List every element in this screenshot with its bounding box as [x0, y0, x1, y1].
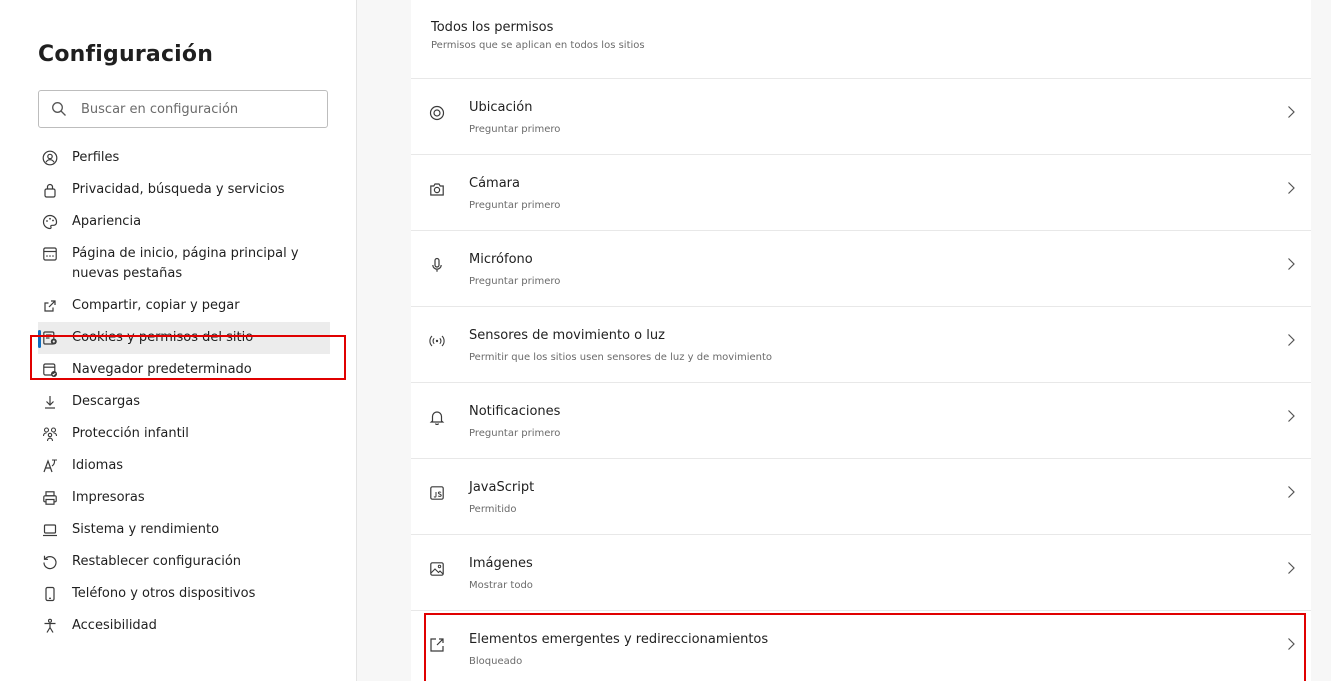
chevron-right-icon: [1288, 410, 1295, 422]
sidebar-item-label: Idiomas: [72, 458, 124, 473]
sidebar-item-pagina-inicio[interactable]: Página de inicio, página principal y nue…: [38, 238, 330, 290]
permission-title: Sensores de movimiento o luz: [469, 328, 665, 343]
sidebar-item-label: Sistema y rendimiento: [72, 522, 220, 537]
permission-status: Preguntar primero: [469, 276, 561, 287]
chevron-right-icon: [1288, 182, 1295, 194]
sidebar-item-label: Página de inicio, página principal y nue…: [72, 246, 299, 281]
permission-status: Permitido: [469, 504, 517, 515]
sidebar-item-label: Perfiles: [72, 150, 120, 165]
sidebar-item-label: Apariencia: [72, 214, 142, 229]
page-title: Configuración: [38, 42, 214, 67]
settings-sidebar: Configuración Perfiles: [0, 0, 357, 681]
settings-window: Configuración Perfiles: [0, 0, 1331, 681]
chevron-right-icon: [1288, 334, 1295, 346]
sidebar-item-label: Privacidad, búsqueda y servicios: [72, 182, 285, 197]
microphone-icon: [432, 257, 442, 272]
section-title: Todos los permisos: [431, 20, 554, 35]
permission-status: Bloqueado: [469, 656, 523, 667]
location-icon: [429, 105, 445, 121]
sidebar-item-cookies[interactable]: Cookies y permisos del sitio: [38, 322, 330, 354]
sidebar-item-telefono[interactable]: Teléfono y otros dispositivos: [38, 578, 330, 610]
sidebar-item-sistema[interactable]: Sistema y rendimiento: [38, 514, 330, 546]
permission-row-notificaciones[interactable]: Notificaciones Preguntar primero: [411, 382, 1311, 458]
chevron-right-icon: [1288, 562, 1295, 574]
popup-icon: [430, 638, 444, 652]
search-icon: [52, 102, 66, 116]
home-tabs-icon: [43, 247, 57, 261]
download-icon: [45, 396, 55, 409]
permission-title: JavaScript: [469, 480, 535, 495]
sensor-icon: [429, 335, 445, 347]
sidebar-item-label: Teléfono y otros dispositivos: [72, 586, 256, 601]
permission-status: Preguntar primero: [469, 200, 561, 211]
permission-status: Preguntar primero: [469, 124, 561, 135]
permission-row-emergentes[interactable]: Elementos emergentes y redireccionamient…: [411, 610, 1311, 681]
chevron-right-icon: [1288, 638, 1295, 650]
chevron-right-icon: [1288, 486, 1295, 498]
sidebar-item-label: Restablecer configuración: [72, 554, 242, 569]
permission-row-ubicacion[interactable]: Ubicación Preguntar primero: [411, 78, 1311, 154]
permission-row-camara[interactable]: Cámara Preguntar primero: [411, 154, 1311, 230]
permission-title: Elementos emergentes y redireccionamient…: [469, 632, 769, 647]
chevron-right-icon: [1288, 258, 1295, 270]
reset-icon: [43, 555, 57, 570]
sidebar-item-label: Impresoras: [72, 490, 145, 505]
phone-icon: [45, 586, 55, 602]
sidebar-item-label: Protección infantil: [72, 426, 189, 441]
permission-row-microfono[interactable]: Micrófono Preguntar primero: [411, 230, 1311, 306]
search-input[interactable]: [81, 101, 321, 117]
accessibility-icon: [44, 618, 56, 633]
sidebar-item-privacidad[interactable]: Privacidad, búsqueda y servicios: [38, 174, 330, 206]
laptop-icon: [43, 524, 57, 537]
sidebar-item-label: Descargas: [72, 394, 141, 409]
sidebar-item-impresoras[interactable]: Impresoras: [38, 482, 330, 514]
sidebar-item-proteccion-infantil[interactable]: Protección infantil: [38, 418, 330, 450]
permission-status: Permitir que los sitios usen sensores de…: [469, 352, 773, 363]
permission-status: Preguntar primero: [469, 428, 561, 439]
permission-title: Micrófono: [469, 252, 533, 267]
sidebar-item-accesibilidad[interactable]: Accesibilidad: [38, 610, 330, 642]
sidebar-item-label: Navegador predeterminado: [72, 362, 252, 377]
chevron-right-icon: [1288, 106, 1295, 118]
printer-icon: [43, 491, 57, 505]
sidebar-item-descargas[interactable]: Descargas: [38, 386, 330, 418]
sidebar-item-label: Compartir, copiar y pegar: [72, 298, 240, 313]
permission-row-sensores[interactable]: Sensores de movimiento o luz Permitir qu…: [411, 306, 1311, 382]
sidebar-item-restablecer[interactable]: Restablecer configuración: [38, 546, 330, 578]
lock-icon: [44, 183, 56, 198]
family-icon: [42, 427, 58, 442]
permission-status: Mostrar todo: [469, 580, 533, 591]
palette-icon: [42, 214, 58, 230]
permission-title: Ubicación: [469, 100, 533, 115]
section-header: Todos los permisos Permisos que se aplic…: [431, 20, 645, 51]
language-icon: [43, 459, 57, 473]
sidebar-nav: Perfiles Privacidad, búsqueda y servicio…: [38, 142, 330, 642]
sidebar-item-compartir[interactable]: Compartir, copiar y pegar: [38, 290, 330, 322]
sidebar-item-navegador[interactable]: Navegador predeterminado: [38, 354, 330, 386]
permission-row-imagenes[interactable]: Imágenes Mostrar todo: [411, 534, 1311, 610]
permission-title: Notificaciones: [469, 404, 561, 419]
default-browser-icon: [43, 363, 57, 377]
sidebar-item-perfiles[interactable]: Perfiles: [38, 142, 330, 174]
permission-row-javascript[interactable]: JavaScript Permitido: [411, 458, 1311, 534]
camera-icon: [430, 183, 444, 196]
permission-title: Imágenes: [469, 556, 533, 571]
permissions-panel: Todos los permisos Permisos que se aplic…: [411, 0, 1311, 681]
sidebar-item-label: Accesibilidad: [72, 618, 157, 633]
image-icon: [430, 562, 444, 576]
main-content: Todos los permisos Permisos que se aplic…: [357, 0, 1331, 681]
cookie-settings-icon: [43, 331, 57, 345]
bell-icon: [429, 411, 445, 425]
section-subtitle: Permisos que se aplican en todos los sit…: [431, 40, 645, 51]
sidebar-item-label: Cookies y permisos del sitio: [72, 330, 254, 345]
javascript-icon: [430, 486, 444, 500]
sidebar-item-idiomas[interactable]: Idiomas: [38, 450, 330, 482]
sidebar-item-apariencia[interactable]: Apariencia: [38, 206, 330, 238]
search-box[interactable]: [38, 90, 328, 128]
profile-icon: [42, 150, 58, 166]
share-icon: [44, 300, 56, 312]
permission-title: Cámara: [469, 176, 520, 191]
